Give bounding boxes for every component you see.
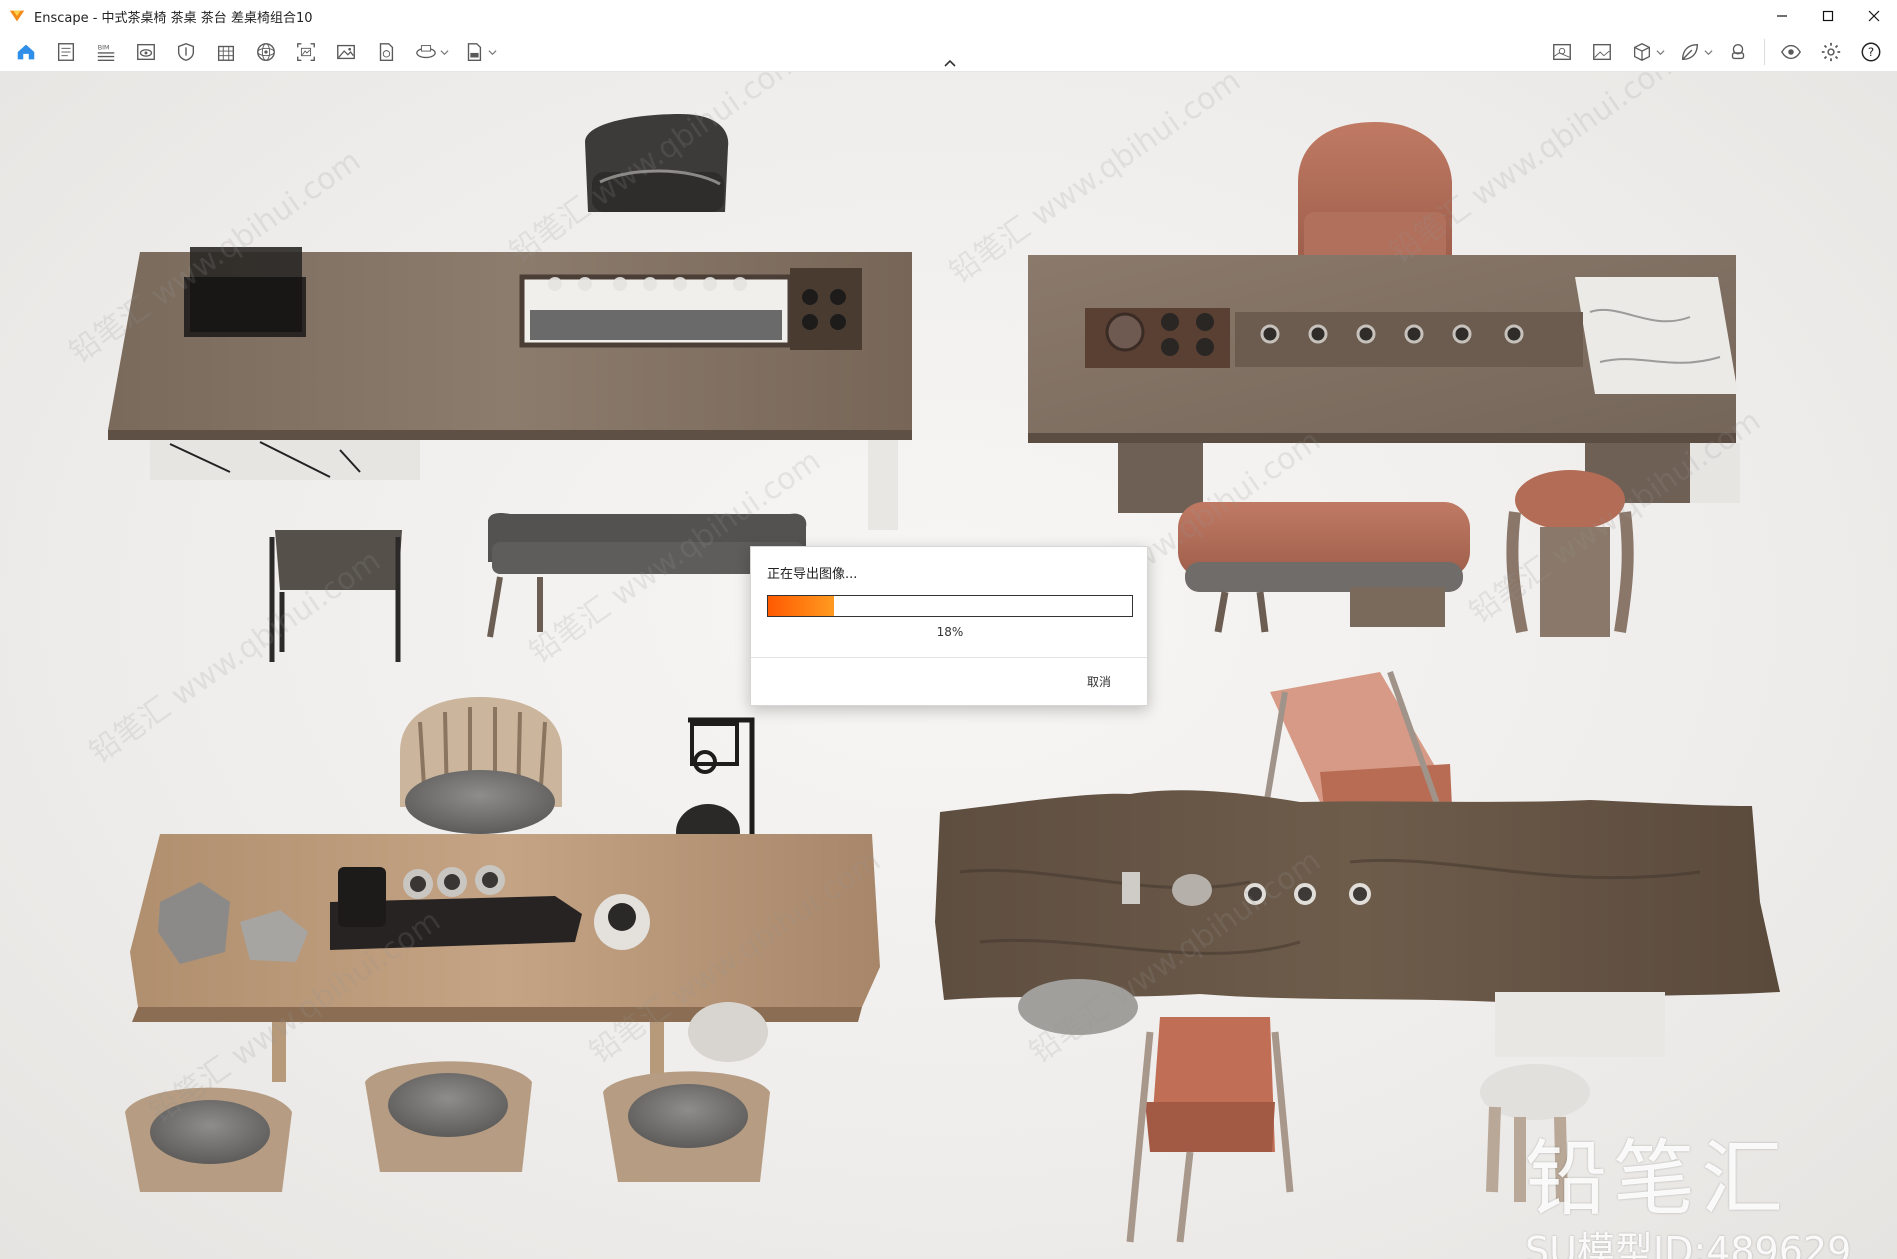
visibility-icon [1781, 44, 1801, 60]
image-export-button[interactable] [286, 32, 326, 72]
vr-headset-icon [1731, 43, 1745, 60]
bim-button[interactable]: BIM [86, 32, 126, 72]
toolbar-right-group: ? [1542, 32, 1891, 72]
exe-dropdown[interactable] [486, 32, 498, 72]
title-bar: Enscape - 中式茶桌椅 茶桌 茶台 差桌椅组合10 [0, 0, 1897, 32]
dialog-divider [751, 657, 1147, 658]
svg-text:?: ? [1868, 45, 1874, 59]
building-button[interactable] [206, 32, 246, 72]
window-controls [1759, 0, 1897, 32]
image-export-icon [297, 43, 315, 61]
help-icon: ? [1861, 42, 1881, 62]
help-button[interactable]: ? [1851, 32, 1891, 72]
vr-headset-button[interactable] [1718, 32, 1758, 72]
dialog-title: 正在导出图像... [767, 567, 858, 582]
document-button[interactable] [46, 32, 86, 72]
eye-view-icon [137, 43, 155, 61]
export-progress-bar [767, 595, 1133, 617]
svg-text:BIM: BIM [98, 43, 110, 51]
building-icon [217, 45, 235, 61]
settings-icon [1821, 42, 1841, 62]
watermark-model-id: SU模型ID:489629 [1525, 1229, 1852, 1259]
home-icon [17, 44, 35, 60]
toolbar-collapse-button[interactable] [937, 55, 963, 71]
bim-icon: BIM [97, 43, 115, 61]
leaf-dropdown[interactable] [1702, 32, 1714, 72]
settings-button[interactable] [1811, 32, 1851, 72]
chevron-down-icon [439, 49, 449, 55]
home-button[interactable] [6, 32, 46, 72]
shield-button[interactable] [166, 32, 206, 72]
maximize-icon [1822, 10, 1834, 22]
export-progress-fill [768, 596, 834, 616]
cancel-button[interactable]: 取消 [1081, 671, 1117, 692]
picture-button[interactable] [326, 32, 366, 72]
picture-icon [337, 44, 355, 60]
panorama-file-button[interactable] [366, 32, 406, 72]
toolbar-left-group: BIM [6, 32, 502, 72]
minimize-icon [1777, 15, 1787, 17]
maximize-button[interactable] [1805, 0, 1851, 32]
gallery-button[interactable] [1582, 32, 1622, 72]
minimize-button[interactable] [1759, 0, 1805, 32]
close-icon [1868, 10, 1880, 22]
progress-percent-label: 18% [936, 625, 964, 639]
shield-icon [177, 43, 195, 61]
enscape-logo-icon [9, 10, 25, 22]
map-button[interactable] [1542, 32, 1582, 72]
panorama-file-icon [379, 43, 394, 61]
document-icon [57, 43, 75, 61]
tray-stripes [530, 310, 782, 340]
cube-dropdown[interactable] [1654, 32, 1666, 72]
exe-file-icon [467, 43, 482, 61]
map-icon [1553, 43, 1571, 61]
visibility-button[interactable] [1771, 32, 1811, 72]
watermark-brand: 铅笔汇 [1525, 1132, 1790, 1227]
gallery-icon [1593, 43, 1611, 61]
360-dropdown[interactable] [438, 32, 450, 72]
close-button[interactable] [1851, 0, 1897, 32]
leaf-icon [1681, 43, 1699, 61]
chevron-up-icon [944, 59, 956, 67]
export-progress-dialog: 正在导出图像... 18% 取消 [750, 546, 1148, 706]
360-icon [416, 45, 436, 59]
chevron-down-icon [487, 49, 497, 55]
cube-icon [1634, 43, 1650, 61]
chevron-down-icon [1655, 49, 1665, 55]
view-button[interactable] [126, 32, 166, 72]
toolbar-separator [1764, 39, 1765, 65]
atom-icon [257, 43, 275, 61]
chevron-down-icon [1703, 49, 1713, 55]
bottom-chairs [125, 1061, 770, 1192]
atom-button[interactable] [246, 32, 286, 72]
window-title: Enscape - 中式茶桌椅 茶桌 茶台 差桌椅组合10 [34, 10, 313, 26]
